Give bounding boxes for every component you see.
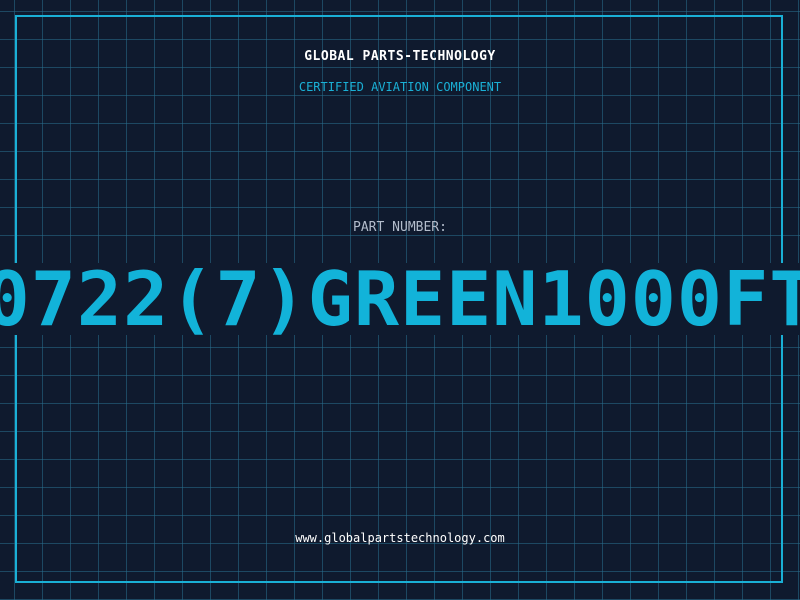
certification-tagline: CERTIFIED AVIATION COMPONENT xyxy=(298,80,502,94)
part-number-band: 0722(7)GREEN1000FT xyxy=(0,263,800,335)
part-number-label: PART NUMBER: xyxy=(353,220,447,235)
website-url: www.globalpartstechnology.com xyxy=(295,531,505,545)
company-name: GLOBAL PARTS-TECHNOLOGY xyxy=(304,49,496,64)
part-number-value: 0722(7)GREEN1000FT xyxy=(0,263,800,335)
label-card: GLOBAL PARTS-TECHNOLOGY CERTIFIED AVIATI… xyxy=(0,0,800,600)
